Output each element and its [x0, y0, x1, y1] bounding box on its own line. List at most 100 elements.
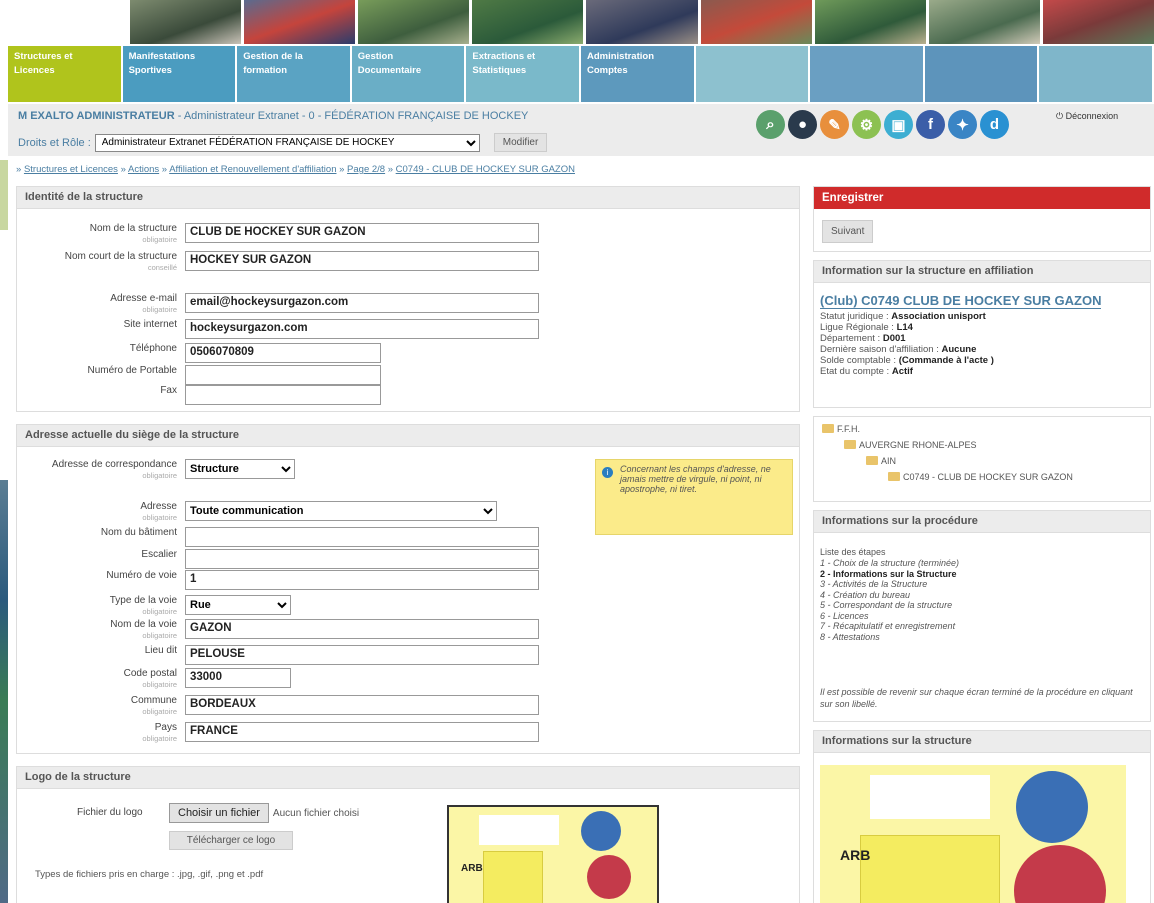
edit-icon[interactable]: ✎ [820, 110, 849, 139]
photo-banner [130, 0, 1154, 44]
text-field[interactable]: email@hockeysurgazon.com [185, 293, 539, 313]
procedure-step[interactable]: 6 - Licences [820, 611, 959, 622]
text-field[interactable]: 1 [185, 570, 539, 590]
text-field[interactable]: FRANCE [185, 722, 539, 742]
identity-panel: Identité de la structure Nom de la struc… [16, 186, 800, 412]
field-label-text: Escalier [141, 549, 177, 560]
role-select[interactable]: Administrateur Extranet FÉDÉRATION FRANÇ… [94, 133, 480, 152]
procedure-step[interactable]: 2 - Informations sur la Structure [820, 569, 959, 580]
dailymotion-icon[interactable]: d [980, 110, 1009, 139]
field-label: Fax [160, 385, 177, 396]
detail-label: Solde comptable : [820, 355, 899, 366]
nav-item[interactable]: Gestion de la formation [237, 46, 350, 102]
nav-item[interactable]: Manifestations Sportives [122, 46, 236, 102]
twitter-icon[interactable]: ✦ [948, 110, 977, 139]
breadcrumb-link[interactable]: Structures et Licences [24, 164, 118, 175]
text-field[interactable] [185, 549, 539, 569]
text-field[interactable]: GAZON [185, 619, 539, 639]
breadcrumb-link[interactable]: C0749 - CLUB DE HOCKEY SUR GAZON [396, 164, 575, 175]
text-field[interactable] [185, 527, 539, 547]
field-label-text: Adresse e-mail [110, 293, 177, 304]
text-field[interactable]: PELOUSE [185, 645, 539, 665]
poster-textblock [860, 835, 1000, 903]
field-label: Code postal obligatoire [124, 668, 177, 690]
field-label-text: Lieu dit [144, 645, 177, 656]
user-icon[interactable]: ● [788, 110, 817, 139]
field-select[interactable]: Rue [185, 595, 291, 615]
field-label-text: Nom de la voie [110, 619, 177, 630]
logo-file-label: Fichier du logo [77, 807, 143, 818]
affiliation-detail: Etat du compte : Actif [820, 366, 994, 377]
procedure-step[interactable]: 8 - Attestations [820, 632, 959, 643]
field-select[interactable]: Structure [185, 459, 295, 479]
field-label: Site internet [124, 319, 177, 330]
banner-photo [244, 0, 356, 44]
banner-photo [586, 0, 698, 44]
nav-item[interactable] [810, 46, 923, 102]
search-icon[interactable]: ⌕ [756, 110, 785, 139]
text-field[interactable]: 33000 [185, 668, 291, 688]
tree-node[interactable]: AIN [820, 453, 1144, 469]
field-label: Adresse de correspondance obligatoire [52, 459, 177, 481]
file-types-text: Types de fichiers pris en charge : .jpg,… [35, 869, 264, 880]
nav-item[interactable]: Structures et Licences [8, 46, 121, 102]
breadcrumb-separator: » [117, 164, 128, 175]
field-label-text: Nom court de la structure [64, 251, 177, 262]
user-info: - Administrateur Extranet - 0 - FÉDÉRATI… [177, 110, 529, 122]
form-row: Adresse e-mail obligatoire email@hockeysur… [17, 293, 799, 315]
tree-node[interactable]: F.F.H. [820, 421, 1144, 437]
identity-title: Identité de la structure [17, 187, 799, 209]
facebook-icon[interactable]: f [916, 110, 945, 139]
nav-item[interactable] [695, 46, 809, 102]
field-select[interactable]: Toute communication [185, 501, 497, 521]
text-field[interactable]: hockeysurgazon.com [185, 319, 539, 339]
folder-icon [822, 424, 834, 433]
club-name-link[interactable]: (Club) C0749 CLUB DE HOCKEY SUR GAZON [820, 293, 1102, 309]
choose-file-button[interactable]: Choisir un fichier [169, 803, 269, 823]
breadcrumb-separator: » [16, 164, 24, 175]
field-label: Lieu dit [145, 645, 177, 656]
field-label: Téléphone [130, 343, 177, 354]
field-label-text: Pays [154, 722, 177, 733]
modify-button[interactable]: Modifier [493, 133, 548, 152]
procedure-step[interactable]: 1 - Choix de la structure (terminée) [820, 558, 959, 569]
text-field[interactable] [185, 365, 381, 385]
field-label-text: Commune [130, 695, 177, 706]
settings-icon[interactable]: ⚙ [852, 110, 881, 139]
form-row: Commune obligatoire BORDEAUX [17, 695, 799, 717]
breadcrumb-link[interactable]: Affiliation et Renouvellement d'affiliat… [169, 164, 336, 175]
steps-label: Liste des étapes [820, 547, 886, 557]
text-field[interactable] [185, 385, 381, 405]
procedure-step[interactable]: 4 - Création du bureau [820, 590, 959, 601]
detail-value: D001 [882, 333, 906, 344]
text-field[interactable]: 0506070809 [185, 343, 381, 363]
procedure-step[interactable]: 5 - Correspondant de la structure [820, 600, 959, 611]
tree-node-label: AIN [881, 456, 897, 466]
breadcrumb-separator: » [385, 164, 396, 175]
lock-icon[interactable]: ▣ [884, 110, 913, 139]
nav-item[interactable]: Administration Comptes [580, 46, 694, 102]
next-button[interactable]: Suivant [822, 220, 874, 243]
field-note: obligatoire [142, 680, 177, 689]
breadcrumb-link[interactable]: Page 2/8 [347, 164, 385, 175]
main-nav: Structures et Licences Manifestations Spo… [8, 46, 1154, 102]
nav-item[interactable]: Gestion Documentaire [351, 46, 465, 102]
affiliation-details: Statut juridique : Association unisport L… [820, 311, 994, 377]
text-field[interactable]: HOCKEY SUR GAZON [185, 251, 539, 271]
logout-link[interactable]: ⏻ Déconnexion [1056, 111, 1118, 122]
banner-photo [928, 0, 1040, 44]
nav-item[interactable] [924, 46, 1038, 102]
nav-item[interactable] [1039, 46, 1152, 102]
tree-node[interactable]: C0749 - CLUB DE HOCKEY SUR GAZON [820, 469, 1144, 485]
nav-item[interactable]: Extractions et Statistiques [466, 46, 579, 102]
procedure-step[interactable]: 7 - Récapitulatif et enregistrement [820, 621, 959, 632]
text-field[interactable]: CLUB DE HOCKEY SUR GAZON [185, 223, 539, 243]
upload-logo-button[interactable]: Télécharger ce logo [169, 831, 293, 850]
breadcrumb-link[interactable]: Actions [128, 164, 159, 175]
tree-node[interactable]: AUVERGNE RHONE-ALPES [820, 437, 1144, 453]
procedure-step[interactable]: 3 - Activités de la Structure [820, 579, 959, 590]
text-field[interactable]: BORDEAUX [185, 695, 539, 715]
affiliation-detail: Dernière saison d'affiliation : Aucune [820, 344, 994, 355]
poster-header [870, 775, 990, 819]
field-label: Adresse obligatoire [140, 501, 177, 523]
